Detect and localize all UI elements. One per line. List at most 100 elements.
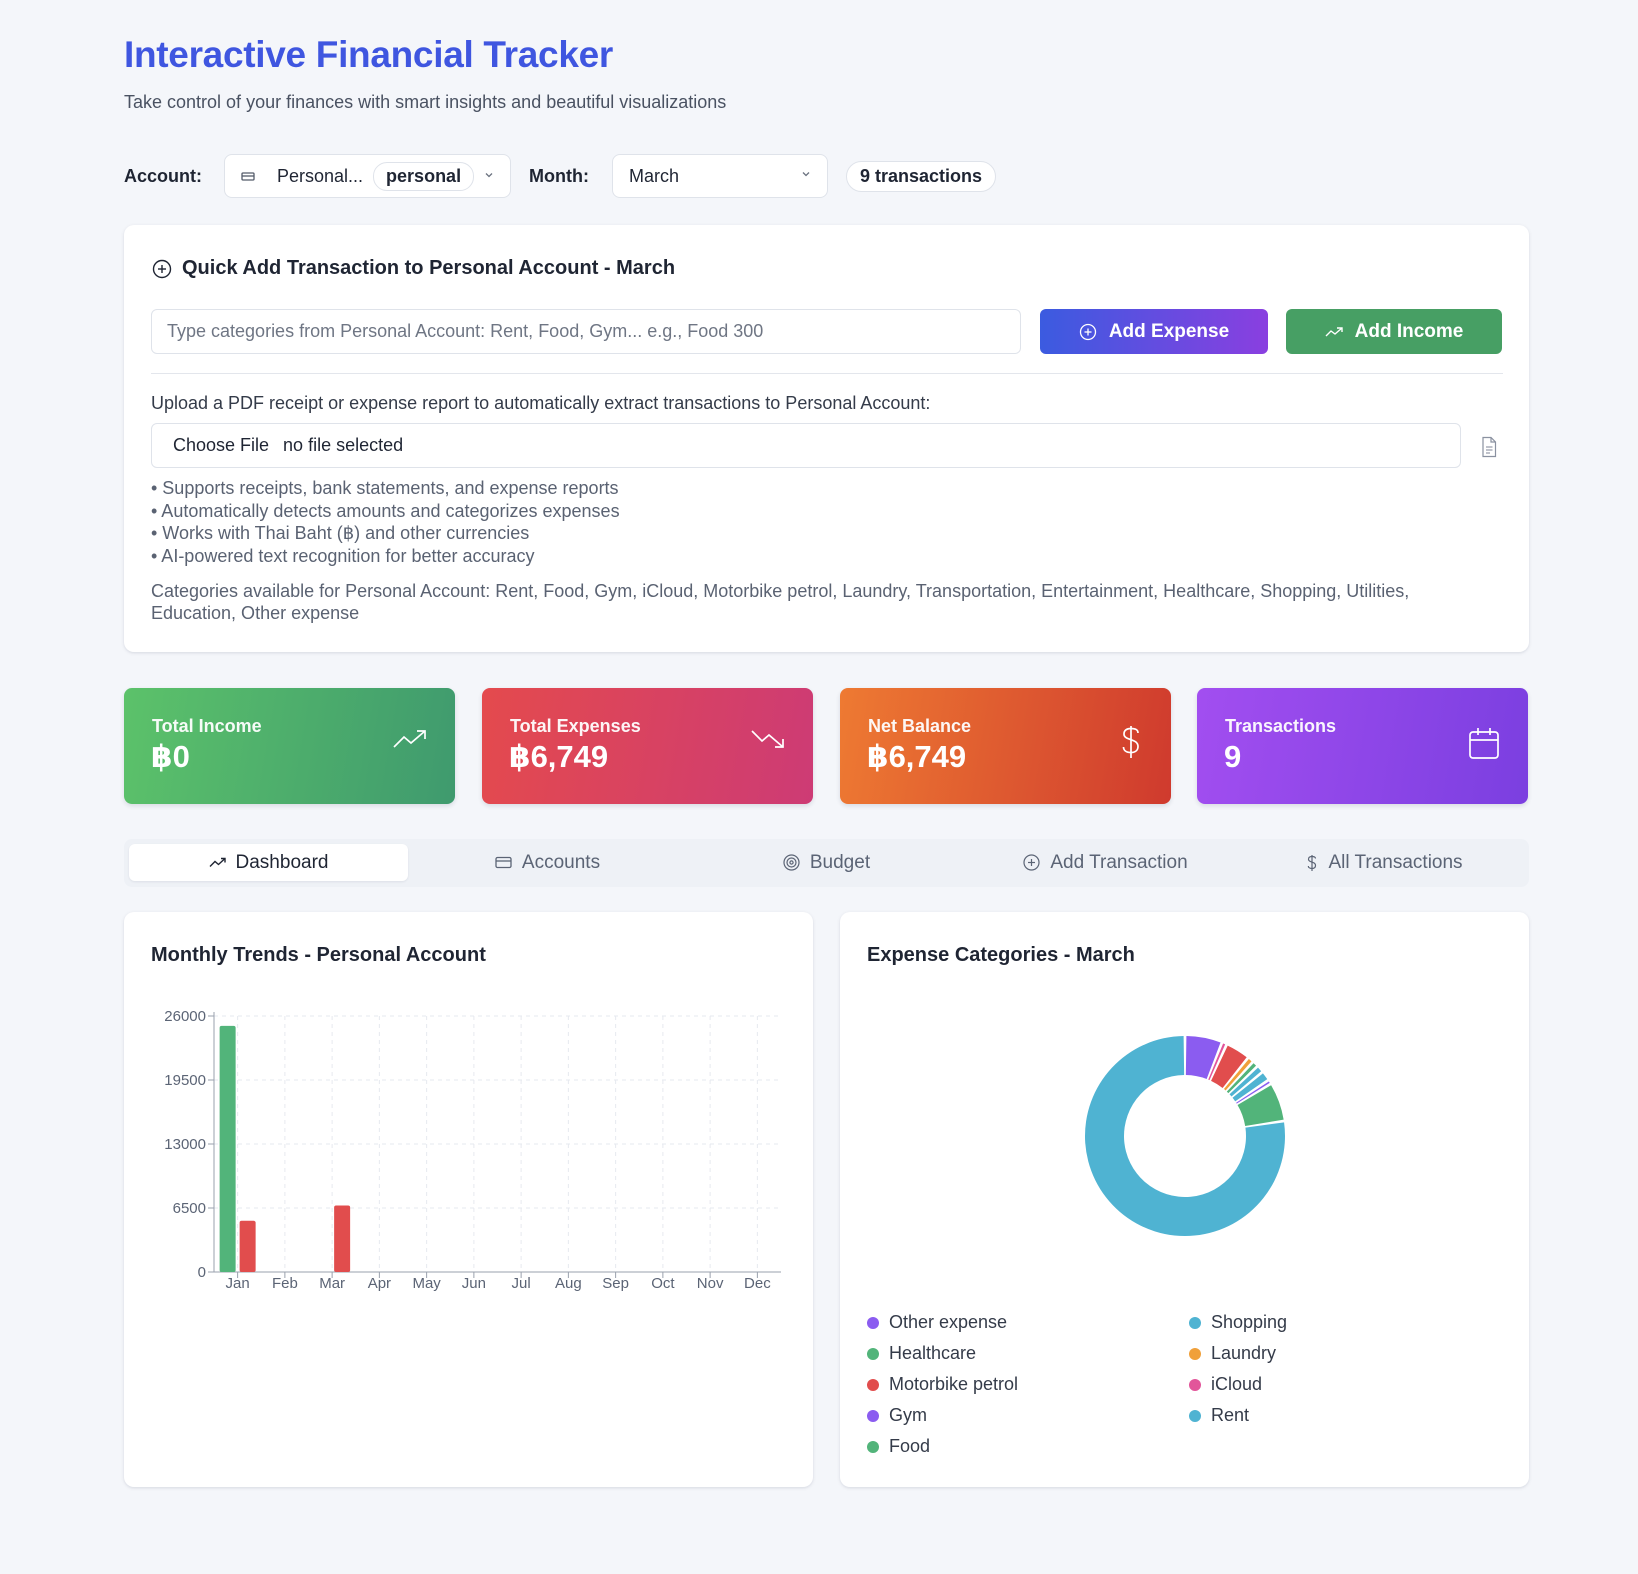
tab-add-transaction[interactable]: Add Transaction [966, 844, 1245, 881]
x-tick-label: Nov [697, 1275, 724, 1292]
legend-label: Motorbike petrol [889, 1374, 1019, 1394]
legend-swatch [1189, 1409, 1201, 1422]
legend-swatch [1189, 1347, 1201, 1360]
x-tick-label: Jul [512, 1275, 531, 1292]
feature-item: • AI-powered text recognition for better… [151, 545, 535, 566]
transactions-card: Transactions 9 [1197, 688, 1528, 804]
main-tabs: Dashboard Accounts Budget Add Transactio… [124, 839, 1529, 887]
stat-label: Net Balance [868, 716, 972, 736]
trending-down-icon [751, 730, 784, 748]
stat-value: ฿0 [151, 739, 190, 774]
month-select-value: March [629, 165, 680, 186]
filter-toolbar: Account: Personal... personal Month: Mar… [124, 154, 1124, 198]
legend-label: Laundry [1211, 1343, 1277, 1363]
bar [239, 1220, 256, 1272]
legend-swatch [867, 1316, 879, 1329]
legend-label: iCloud [1211, 1374, 1263, 1394]
quick-add-input[interactable] [151, 309, 1021, 354]
add-expense-label: Add Expense [1108, 320, 1230, 342]
feature-item: • Automatically detects amounts and cate… [151, 500, 620, 521]
stat-label: Transactions [1225, 716, 1337, 736]
x-tick-label: Feb [272, 1275, 298, 1292]
panel-title: Expense Categories - March [867, 944, 1135, 966]
legend-label: Food [889, 1436, 931, 1456]
dollar-icon [1122, 726, 1139, 758]
card-icon [241, 171, 255, 181]
chevron-down-icon [802, 172, 810, 177]
expense-categories-chart [1085, 1036, 1285, 1236]
file-status-text: no file selected [283, 435, 404, 455]
tab-label: Budget [809, 851, 871, 873]
plus-circle-icon [1079, 323, 1096, 340]
x-tick-label: Jan [226, 1275, 250, 1292]
legend-swatch [1189, 1378, 1201, 1391]
y-tick-label: 13000 [164, 1136, 206, 1153]
x-tick-label: Aug [555, 1275, 582, 1292]
legend-swatch [867, 1409, 879, 1422]
tab-label: Dashboard [235, 851, 329, 873]
add-income-button[interactable]: Add Income [1286, 309, 1502, 354]
quick-add-title: Quick Add Transaction to Personal Accoun… [152, 257, 675, 280]
legend-item: Shopping [1189, 1312, 1287, 1333]
legend-label: Gym [889, 1405, 927, 1425]
month-label: Month: [529, 166, 589, 186]
page-title: Interactive Financial Tracker [124, 34, 613, 75]
document-icon [1482, 436, 1497, 458]
legend-label: Other expense [889, 1312, 1008, 1332]
add-income-label: Add Income [1354, 320, 1464, 342]
x-tick-label: May [412, 1275, 441, 1292]
legend-label: Shopping [1211, 1312, 1288, 1332]
account-select[interactable]: Personal... personal [224, 154, 511, 198]
add-expense-button[interactable]: Add Expense [1040, 309, 1268, 354]
upload-feature-list: • Supports receipts, bank statements, an… [151, 477, 620, 567]
file-input[interactable]: Choose File no file selected [151, 423, 1461, 468]
tab-budget[interactable]: Budget [687, 844, 966, 881]
total-expenses-card: Total Expenses ฿6,749 [482, 688, 813, 804]
x-tick-label: Oct [651, 1275, 675, 1292]
quick-add-title-text: Quick Add Transaction to Personal Accoun… [182, 257, 676, 279]
trending-up-icon [209, 857, 226, 867]
upload-label: Upload a PDF receipt or expense report t… [151, 393, 931, 413]
x-tick-label: Apr [368, 1275, 391, 1292]
tab-dashboard[interactable]: Dashboard [129, 844, 408, 881]
trending-up-icon [1325, 326, 1343, 336]
monthly-trends-panel: Monthly Trends - Personal Account 0 6500 1… [124, 912, 813, 1487]
total-income-card: Total Income ฿0 [124, 688, 455, 804]
bar [219, 1025, 236, 1272]
panel-title: Monthly Trends - Personal Account [151, 944, 486, 966]
y-tick-label: 6500 [173, 1200, 206, 1217]
choose-file-button[interactable]: Choose File [173, 435, 269, 456]
stat-value: ฿6,749 [509, 739, 609, 774]
account-label: Account: [124, 166, 202, 186]
legend-item: Healthcare [867, 1343, 976, 1364]
tab-accounts[interactable]: Accounts [408, 844, 687, 881]
month-select[interactable]: March [612, 154, 828, 198]
legend-swatch [867, 1378, 879, 1391]
stat-value: 9 [1224, 739, 1242, 774]
stat-label: Total Income [152, 716, 262, 736]
x-tick-label: Jun [462, 1275, 486, 1292]
legend-swatch [867, 1347, 879, 1360]
account-type-badge: personal [373, 161, 475, 191]
tab-all-transactions[interactable]: All Transactions [1245, 844, 1524, 881]
legend-item: iCloud [1189, 1374, 1262, 1395]
page-subtitle: Take control of your finances with smart… [124, 92, 727, 112]
plus-circle-icon [1023, 854, 1040, 871]
transactions-count-badge: 9 transactions [846, 161, 997, 192]
plus-circle-icon [152, 259, 172, 278]
tab-label: Add Transaction [1050, 851, 1188, 873]
y-tick-label: 0 [198, 1264, 206, 1281]
available-categories-text: Categories available for Personal Accoun… [151, 581, 1410, 623]
stat-label: Total Expenses [510, 716, 641, 736]
legend-swatch [867, 1440, 879, 1453]
legend-label: Healthcare [889, 1343, 977, 1363]
stat-value: ฿6,749 [867, 739, 967, 774]
target-icon [783, 854, 800, 871]
dollar-icon [1308, 854, 1317, 871]
net-balance-card: Net Balance ฿6,749 [840, 688, 1171, 804]
x-tick-label: Dec [744, 1275, 771, 1292]
expense-categories-panel: Expense Categories - March Other expense… [840, 912, 1529, 1487]
chevron-down-icon [485, 173, 493, 178]
monthly-trends-chart: 0 6500 13000 19500 26000 Jan Feb Mar Apr May Jun Ju… [164, 1008, 781, 1292]
trending-up-icon [393, 730, 426, 748]
